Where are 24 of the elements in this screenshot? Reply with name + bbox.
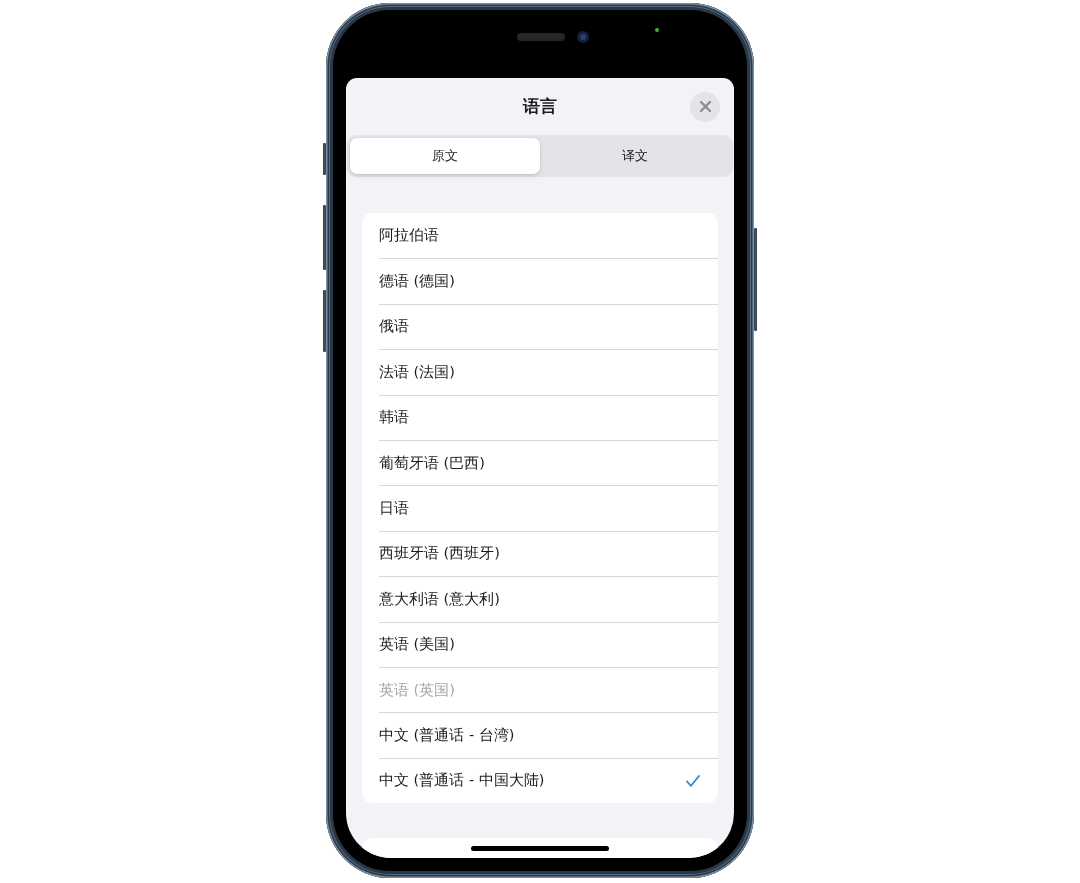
language-option[interactable]: 德语 (德国) (379, 258, 718, 304)
language-option[interactable]: 葡萄牙语 (巴西) (379, 439, 718, 486)
language-option[interactable]: 西班牙语 (西班牙) (379, 530, 718, 577)
speaker-grille (517, 33, 565, 41)
language-option[interactable]: 中文 (普通话 - 台湾) (379, 712, 718, 758)
sheet-title: 语言 (523, 95, 557, 118)
language-option[interactable]: 日语 (379, 485, 718, 531)
segment-tab[interactable]: 原文 (350, 138, 540, 174)
language-option[interactable]: 中文 (普通话 - 中国大陆) (379, 757, 718, 804)
side-button[interactable] (323, 205, 326, 270)
language-option[interactable]: 阿拉伯语 (379, 213, 718, 259)
language-option[interactable]: 俄语 (379, 303, 718, 350)
side-button[interactable] (323, 290, 326, 352)
segment-tab[interactable]: 译文 (540, 138, 730, 174)
language-option[interactable]: 意大利语 (意大利) (379, 576, 718, 622)
indicator-dot-icon (655, 28, 659, 32)
camera-icon (577, 31, 589, 43)
close-icon (699, 101, 711, 112)
language-option[interactable]: 英语 (美国) (379, 621, 718, 667)
side-button[interactable] (754, 228, 757, 331)
close-button[interactable] (690, 91, 720, 122)
side-button[interactable] (323, 143, 326, 175)
language-option[interactable]: 法语 (法国) (379, 349, 718, 395)
language-option[interactable]: 韩语 (379, 394, 718, 440)
